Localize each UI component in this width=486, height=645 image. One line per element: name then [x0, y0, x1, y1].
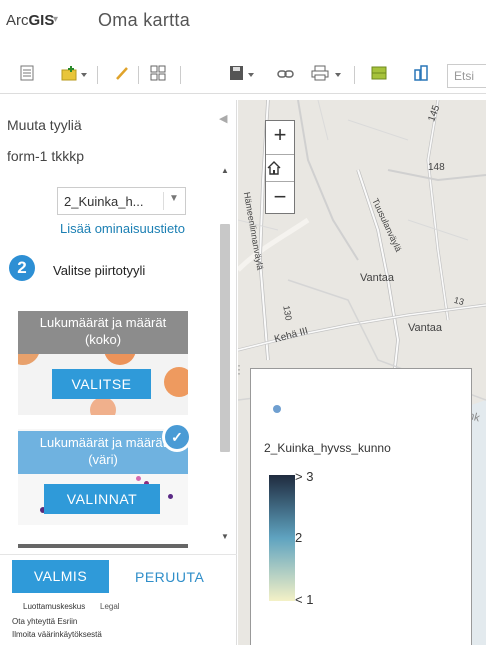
change-style-panel: Muuta tyyliä ◀ form-1 tkkkp ▲ ▼ 2_Kuinka…: [0, 100, 237, 645]
legend-min-label: < 1: [295, 592, 314, 607]
select-style-button[interactable]: VALITSE: [52, 369, 151, 399]
scroll-up-icon[interactable]: ▲: [219, 166, 231, 175]
add-attribute-link[interactable]: Lisää ominaisuustieto: [60, 221, 185, 236]
panel-actions: VALMIS PERUUTA: [0, 554, 237, 599]
map-label: 148: [428, 162, 445, 173]
legend-color-ramp: [269, 475, 295, 601]
done-button[interactable]: VALMIS: [12, 560, 109, 593]
map-toolbar: Etsi: [0, 56, 486, 94]
color-symbol: [136, 476, 141, 481]
map-label: Vantaa: [360, 272, 395, 284]
legend-point-symbol: [273, 405, 281, 413]
cancel-button[interactable]: PERUUTA: [135, 569, 204, 585]
step-label: Valitse piirtotyyli: [53, 263, 146, 278]
select-divider: [163, 192, 164, 210]
size-symbol: [164, 367, 188, 397]
save-icon[interactable]: [228, 65, 258, 85]
legend-popup: 2_Kuinka_hyvss_kunno > 3 2 < 1: [250, 368, 472, 645]
brand-bold: GIS: [28, 12, 55, 29]
app-brand[interactable]: ArcGIS: [6, 12, 54, 29]
zoom-in-button[interactable]: +: [266, 123, 294, 147]
edit-pencil-icon[interactable]: [113, 65, 131, 85]
add-layer-icon[interactable]: [60, 65, 90, 85]
zoom-control: + −: [265, 120, 295, 214]
legend-max-label: > 3: [295, 469, 314, 484]
checkmark-icon: ✓: [165, 425, 189, 449]
style-card-title: Lukumäärät ja määrät (koko): [18, 311, 188, 354]
footer-links: Luottamuskeskus Legal Ota yhteyttä Esrii…: [0, 596, 237, 645]
panel-scrollbar[interactable]: ▲ ▼: [219, 166, 231, 548]
brand-prefix: Arc: [6, 12, 29, 29]
share-link-icon[interactable]: [276, 65, 296, 85]
chevron-down-icon: ▼: [169, 193, 179, 204]
details-icon[interactable]: [18, 65, 36, 85]
toolbar-separator: [354, 66, 355, 84]
panel-title: Muuta tyyliä: [7, 117, 82, 133]
home-icon[interactable]: [266, 154, 294, 182]
step-number-badge: 2: [9, 255, 35, 281]
basemap-icon[interactable]: [149, 65, 167, 85]
panel-resize-handle-icon[interactable]: ···: [238, 359, 241, 379]
selected-check-badge: ✓: [162, 422, 192, 452]
trust-center-link[interactable]: Luottamuskeskus: [23, 602, 85, 611]
layer-name: form-1 tkkkp: [7, 148, 85, 164]
brand-menu-caret-icon[interactable]: ▾: [53, 14, 58, 25]
attribute-select[interactable]: 2_Kuinka_h... ▼: [57, 187, 186, 215]
toolbar-separator: [180, 66, 181, 84]
toolbar-separator: [138, 66, 139, 84]
zoom-out-button[interactable]: −: [266, 185, 294, 209]
style-card-title-line1: Lukumäärät ja määrät: [39, 315, 167, 330]
directions-icon[interactable]: [412, 65, 430, 85]
style-card-title-line2: (koko): [84, 332, 122, 347]
map-title[interactable]: Oma kartta: [98, 10, 190, 31]
map-view[interactable]: 145 148 Hämeenlinnanväylä Tuusulanväylä …: [238, 100, 486, 645]
print-icon[interactable]: [310, 65, 346, 85]
contact-esri-link[interactable]: Ota yhteyttä Esriin: [12, 617, 77, 626]
map-label: Vantaa: [408, 322, 443, 334]
size-symbol: [90, 397, 116, 415]
style-card-counts-size[interactable]: Lukumäärät ja määrät (koko) VALITSE: [18, 311, 188, 415]
style-card-partial[interactable]: [18, 544, 188, 548]
legend-mid-label: 2: [295, 530, 303, 545]
style-options-button[interactable]: VALINNAT: [44, 484, 160, 514]
color-symbol: [168, 494, 173, 499]
top-bar: ArcGIS ▾ Oma kartta: [0, 0, 486, 44]
scroll-down-icon[interactable]: ▼: [219, 532, 231, 541]
legal-link[interactable]: Legal: [100, 602, 120, 611]
legend-field-name: 2_Kuinka_hyvss_kunno: [264, 441, 391, 455]
attribute-select-value: 2_Kuinka_h...: [64, 194, 144, 209]
collapse-panel-icon[interactable]: ◀: [219, 112, 227, 125]
style-card-title-line2: (väri): [88, 452, 118, 467]
toolbar-separator: [97, 66, 98, 84]
report-abuse-link[interactable]: Ilmoita väärinkäytöksestä: [12, 630, 102, 639]
measure-icon[interactable]: [370, 65, 388, 85]
search-input[interactable]: Etsi: [447, 64, 486, 88]
scroll-thumb[interactable]: [220, 224, 230, 452]
